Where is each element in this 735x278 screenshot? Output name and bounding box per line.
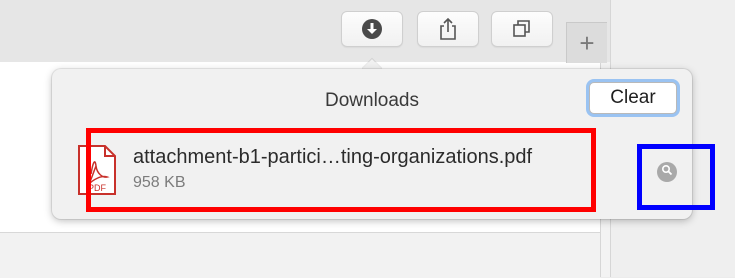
share-icon <box>437 17 459 41</box>
downloads-button[interactable] <box>341 11 403 47</box>
share-button[interactable] <box>417 11 479 47</box>
download-icon <box>361 18 383 40</box>
new-tab-button[interactable]: + <box>566 22 607 63</box>
tabs-overview-button[interactable] <box>491 11 553 47</box>
clear-button[interactable]: Clear <box>589 82 677 114</box>
page-lower-area <box>0 232 600 278</box>
highlight-box-download-item <box>86 128 596 212</box>
plus-icon: + <box>579 27 595 58</box>
tabs-icon <box>511 18 533 40</box>
highlight-box-reveal-button <box>637 144 715 210</box>
